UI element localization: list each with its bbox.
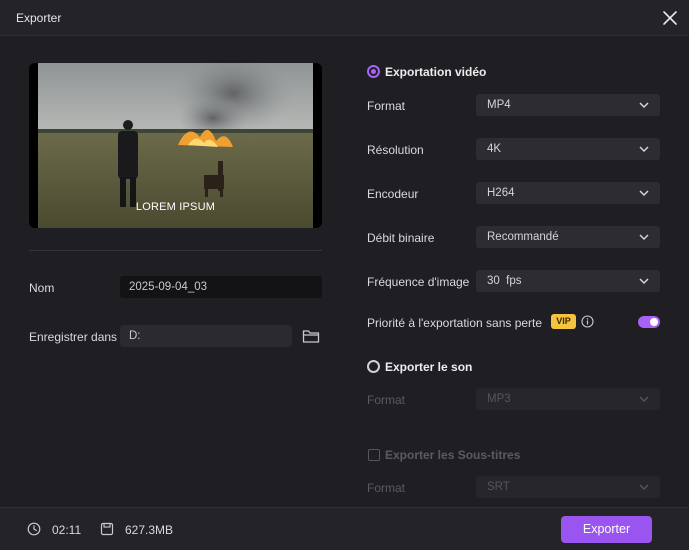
format-label: Format [367, 99, 406, 113]
info-icon[interactable] [581, 315, 594, 328]
video-preview: LOREM IPSUM [29, 63, 322, 228]
encoder-value: H264 [487, 187, 515, 199]
export-button[interactable]: Exporter [561, 516, 652, 543]
resolution-value: 4K [487, 143, 502, 155]
video-export-title: Exportation vidéo [385, 65, 487, 79]
framerate-dropdown[interactable]: 30 fps [476, 270, 660, 292]
lossless-priority-toggle[interactable] [638, 316, 660, 328]
format-value: MP4 [487, 99, 511, 111]
subtitles-format-value: SRT [487, 481, 510, 493]
save-location-label: Enregistrer dans [29, 330, 118, 344]
folder-icon[interactable] [302, 328, 320, 344]
lossless-priority-label: Priorité à l'exportation sans perte [367, 316, 543, 330]
video-export-radio[interactable] [367, 65, 380, 78]
preview-caption: LOREM IPSUM [135, 201, 216, 213]
name-label: Nom [29, 281, 55, 295]
title-bar: Exporter [0, 0, 689, 36]
chevron-down-icon [639, 234, 649, 241]
chevron-down-icon [639, 102, 649, 109]
subtitles-format-dropdown[interactable]: SRT [476, 476, 660, 498]
framerate-label: Fréquence d'image [367, 275, 470, 289]
framerate-value: 30 fps [487, 275, 522, 287]
bitrate-dropdown[interactable]: Recommandé [476, 226, 660, 248]
vip-badge: VIP [551, 314, 576, 329]
encoder-dropdown[interactable]: H264 [476, 182, 660, 204]
subtitles-title: Exporter les Sous-titres [385, 448, 521, 462]
clock-icon [27, 522, 41, 536]
close-icon[interactable] [659, 7, 681, 29]
audio-export-title: Exporter le son [385, 360, 473, 374]
chevron-down-icon [639, 396, 649, 403]
encoder-label: Encodeur [367, 187, 419, 201]
save-icon [100, 522, 114, 536]
format-dropdown[interactable]: MP4 [476, 94, 660, 116]
audio-format-value: MP3 [487, 393, 511, 405]
window-title: Exporter [16, 11, 62, 25]
resolution-label: Résolution [367, 143, 424, 157]
divider [29, 250, 322, 251]
audio-format-label: Format [367, 393, 406, 407]
subtitles-format-label: Format [367, 481, 406, 495]
audio-format-dropdown[interactable]: MP3 [476, 388, 660, 410]
chevron-down-icon [639, 484, 649, 491]
save-location-field[interactable]: D: [120, 325, 292, 347]
audio-export-radio[interactable] [367, 360, 380, 373]
resolution-dropdown[interactable]: 4K [476, 138, 660, 160]
file-size-text: 627.3MB [125, 523, 174, 537]
chevron-down-icon [639, 146, 649, 153]
chevron-down-icon [639, 190, 649, 197]
name-field[interactable]: 2025-09-04_03 [120, 276, 322, 298]
footer-bar: 02:11 627.3MB Exporter [0, 507, 689, 550]
bitrate-label: Débit binaire [367, 231, 435, 245]
chevron-down-icon [639, 278, 649, 285]
subtitles-checkbox[interactable] [368, 449, 380, 461]
bitrate-value: Recommandé [487, 231, 559, 243]
duration-text: 02:11 [52, 523, 82, 537]
